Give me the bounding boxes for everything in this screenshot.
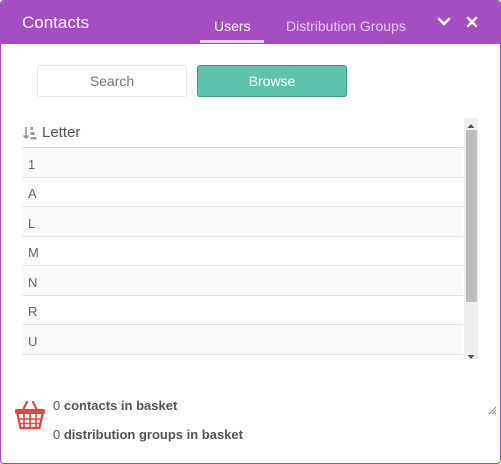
list-item[interactable]: U	[22, 326, 463, 355]
list-item[interactable]: L	[22, 208, 463, 237]
letter-label: U	[28, 334, 38, 349]
letter-label: M	[28, 245, 39, 260]
letter-label: L	[28, 216, 36, 231]
contacts-in-basket-label: contacts in basket	[63, 398, 178, 413]
letter-label: 1	[28, 157, 36, 172]
tab-users-underline	[200, 40, 264, 43]
scroll-down-arrow-icon[interactable]	[464, 349, 478, 359]
list-header[interactable]: Letter	[22, 118, 463, 148]
letter-label: R	[28, 304, 38, 319]
letter-label: A	[28, 186, 37, 201]
column-header-letter: Letter	[42, 124, 81, 141]
chevron-down-icon[interactable]	[436, 14, 452, 30]
window-title: Contacts	[22, 13, 90, 32]
list-item[interactable]: R	[22, 296, 463, 325]
letter-label: N	[28, 275, 38, 290]
tab-users[interactable]: Users	[214, 18, 251, 34]
list-item[interactable]: N	[22, 267, 463, 296]
list-item[interactable]: 1	[22, 149, 463, 178]
list-item[interactable]: M	[22, 237, 463, 266]
contacts-count: 0	[53, 398, 61, 413]
groups-in-basket-label: distribution groups in basket	[63, 427, 243, 442]
tab-distribution-groups[interactable]: Distribution Groups	[286, 18, 406, 34]
basket-icon	[13, 399, 47, 431]
scroll-up-arrow-icon[interactable]	[464, 118, 478, 128]
list-scrollbar[interactable]	[464, 118, 478, 359]
resize-grip-icon[interactable]	[487, 402, 497, 415]
groups-count: 0	[53, 427, 61, 442]
browse-mode-button[interactable]: Browse	[197, 65, 347, 97]
close-icon[interactable]	[464, 14, 480, 30]
letter-list: Letter 1 A L M N R U	[22, 118, 463, 356]
contacts-in-basket: 0 contacts in basket	[53, 398, 177, 413]
sort-descending-icon[interactable]	[22, 125, 38, 141]
window-header: Contacts Users Distribution Groups	[1, 1, 500, 44]
list-item[interactable]: A	[22, 178, 463, 207]
scrollbar-thumb[interactable]	[466, 130, 477, 302]
contacts-window: Contacts Users Distribution Groups Searc…	[0, 0, 501, 464]
groups-in-basket: 0 distribution groups in basket	[53, 427, 243, 442]
search-mode-button[interactable]: Search	[37, 65, 187, 97]
